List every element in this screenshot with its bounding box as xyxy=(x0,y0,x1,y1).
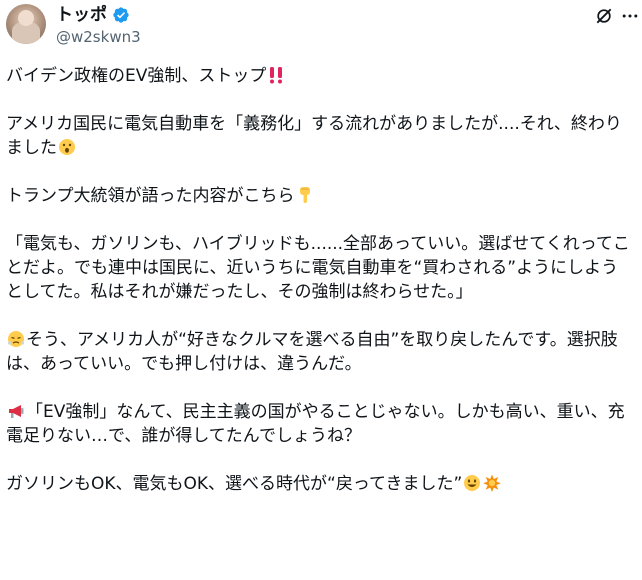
steam-face-icon xyxy=(7,331,25,347)
trump-quote: 「電気も、ガソリンも、ハイブリッドも......全部あっていい。選ばせてくれって… xyxy=(6,234,630,302)
collision-icon xyxy=(483,474,502,492)
post-header: トッポ @w2skwn3 xyxy=(0,0,642,60)
author-name-text[interactable]: トッポ xyxy=(56,4,107,26)
post-line-3: トランプ大統領が語った内容がこちら xyxy=(6,184,634,208)
post-body: バイデン政権のEV強制、ストップ アメリカ国民に電気自動車を「義務化」する流れが… xyxy=(6,64,634,520)
megaphone-icon xyxy=(9,405,24,418)
avatar[interactable] xyxy=(6,4,46,44)
surprised-face-icon xyxy=(59,139,75,155)
author-name[interactable]: トッポ xyxy=(56,4,130,26)
author-handle[interactable]: @w2skwn3 xyxy=(56,27,141,47)
double-exclamation-icon xyxy=(270,67,283,84)
pointing-down-icon xyxy=(299,187,310,203)
post-line-1: バイデン政権のEV強制、ストップ xyxy=(6,64,634,88)
post-line-7: ガソリンもOK、電気もOK、選べる時代が“戻ってきました” xyxy=(6,472,634,496)
more-icon[interactable] xyxy=(620,6,640,26)
grinning-face-icon xyxy=(464,475,481,491)
grok-icon[interactable] xyxy=(594,6,614,26)
post-line-6: 「EV強制」なんて、民主主義の国がやることじゃない。しかも高い、重い、充電足りな… xyxy=(6,402,625,446)
post-line-2: アメリカ国民に電気自動車を「義務化」する流れがありましたが....それ、終わりま… xyxy=(6,114,622,158)
post-line-5: そう、アメリカ人が“好きなクルマを選べる自由”を取り戻したんです。選択肢は、あっ… xyxy=(6,330,618,374)
verified-badge-icon xyxy=(113,7,129,23)
